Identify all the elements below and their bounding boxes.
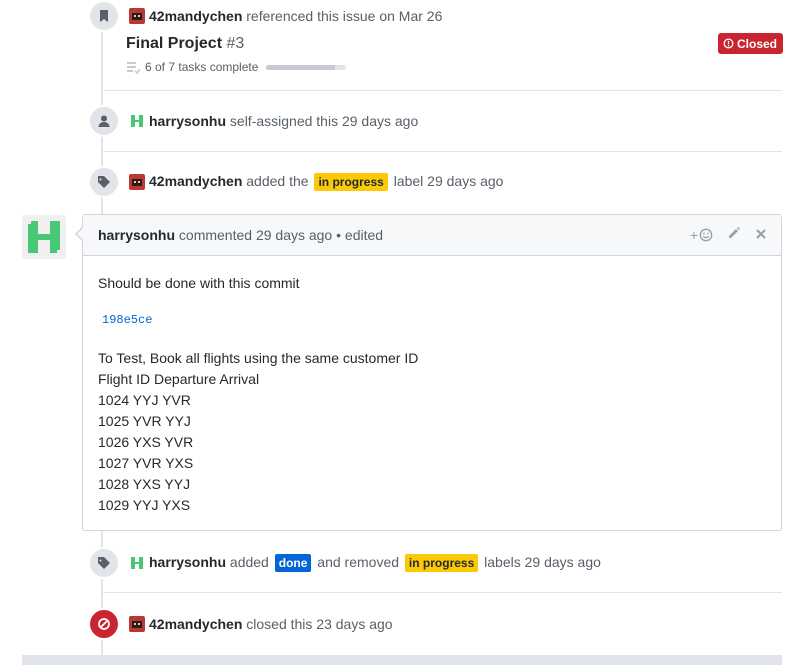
commit-link[interactable]: 198e5ce [102, 310, 152, 331]
tag-icon [88, 166, 120, 198]
avatar[interactable] [129, 555, 145, 571]
progress-bar [266, 64, 347, 70]
divider [102, 90, 782, 91]
comment-line: Flight ID Departure Arrival [98, 371, 260, 387]
circle-slash-icon [88, 608, 120, 640]
comment-meta[interactable]: commented 29 days ago • edited [179, 227, 383, 243]
event-text: and removed [317, 554, 400, 570]
label-done[interactable]: done [274, 554, 312, 572]
comment-text: Should be done with this commit [98, 275, 300, 291]
comment-header: harrysonhu commented 29 days ago • edite… [83, 215, 781, 256]
tag-icon [88, 547, 120, 579]
author-link[interactable]: 42mandychen [149, 8, 242, 24]
author-link[interactable]: harrysonhu [149, 113, 226, 129]
add-reaction-button[interactable]: + [690, 227, 713, 243]
close-icon [756, 228, 766, 239]
checklist-icon [127, 62, 140, 74]
divider [102, 592, 782, 593]
event-text: closed this 23 days ago [246, 616, 393, 632]
label-event: 42mandychen added the in progress label … [88, 166, 503, 198]
event-text: added the [246, 173, 309, 189]
divider [102, 151, 782, 152]
reference-event: 42mandychen referenced this issue on Mar… [88, 0, 442, 32]
avatar[interactable] [129, 8, 145, 24]
closed-icon [723, 38, 734, 49]
comment-line: 1026 YXS YVR [98, 434, 194, 450]
author-link[interactable]: harrysonhu [149, 554, 226, 570]
label-in-progress[interactable]: in progress [314, 173, 388, 191]
avatar[interactable] [129, 113, 145, 129]
bottom-divider [22, 655, 782, 665]
reference-title[interactable]: Final Project #3 [126, 35, 244, 53]
closed-event: 42mandychen closed this 23 days ago [88, 608, 393, 640]
comment-avatar[interactable] [22, 215, 66, 259]
label-change-event: harrysonhu added done and removed in pro… [88, 547, 601, 579]
author-link[interactable]: 42mandychen [149, 173, 242, 189]
comment-line: To Test, Book all flights using the same… [98, 350, 419, 366]
comment-line: 1028 YXS YYJ [98, 476, 191, 492]
smiley-icon [699, 228, 713, 241]
comment-box: harrysonhu commented 29 days ago • edite… [75, 214, 782, 533]
event-text: label 29 days ago [393, 173, 504, 189]
comment-line: 1025 YVR YYJ [98, 413, 191, 429]
avatar[interactable] [129, 616, 145, 632]
event-text: labels 29 days ago [484, 554, 601, 570]
comment-line: 1024 YYJ YVR [98, 392, 191, 408]
assign-event: harrysonhu self-assigned this 29 days ag… [88, 105, 418, 137]
event-text: self-assigned this 29 days ago [229, 113, 419, 129]
label-in-progress[interactable]: in progress [404, 554, 479, 572]
author-link[interactable]: 42mandychen [149, 616, 242, 632]
avatar[interactable] [129, 174, 145, 190]
event-text: referenced this issue on Mar 26 [246, 8, 443, 24]
comment-body: Should be done with this commit 198e5ce … [83, 256, 781, 533]
task-progress: 6 of 7 tasks complete [126, 60, 347, 74]
pencil-icon [729, 227, 740, 238]
comment-line: 1027 YVR YXS [98, 455, 194, 471]
bookmark-icon [88, 0, 120, 32]
event-text: added [229, 554, 269, 570]
edit-button[interactable] [727, 226, 741, 243]
status-badge: Closed [718, 33, 784, 54]
progress-fill [266, 64, 335, 70]
person-icon [88, 105, 120, 137]
tasks-text: 6 of 7 tasks complete [145, 60, 259, 74]
comment-line: 1029 YYJ YXS [98, 497, 191, 513]
close-button[interactable] [755, 227, 767, 243]
comment-author[interactable]: harrysonhu [98, 227, 175, 243]
issue-number: #3 [226, 35, 245, 52]
